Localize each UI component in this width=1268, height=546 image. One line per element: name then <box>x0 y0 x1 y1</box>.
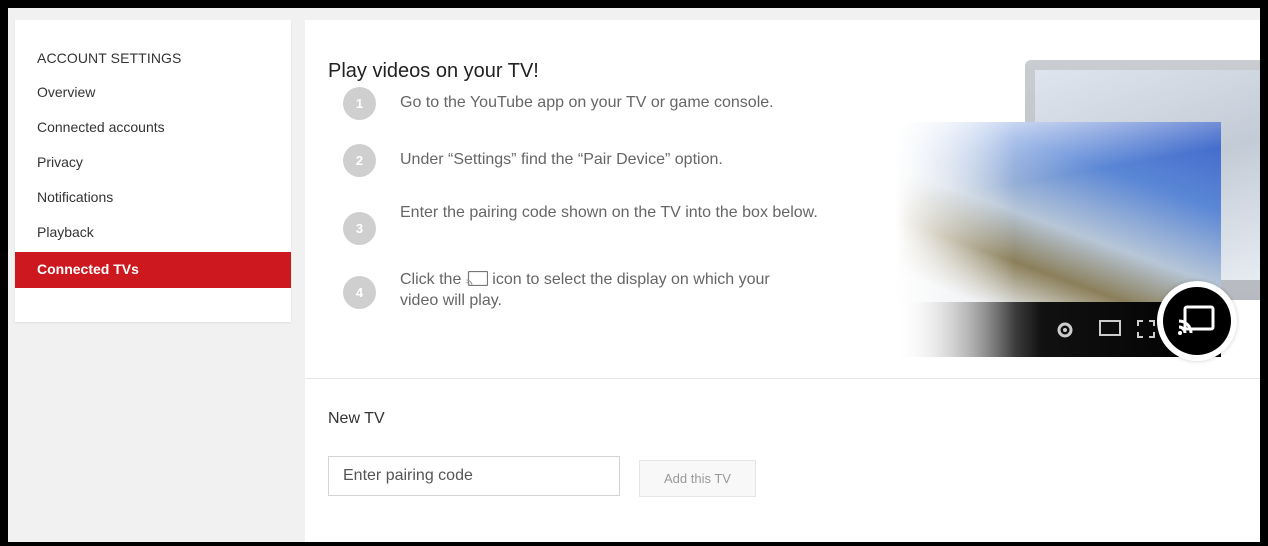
cast-icon <box>1163 287 1231 355</box>
intro-section: Play videos on your TV! 1 Go to the YouT… <box>305 20 1260 378</box>
step-text: Under “Settings” find the “Pair Device” … <box>400 151 723 168</box>
video-fade <box>895 122 1015 362</box>
gear-icon <box>1055 320 1077 338</box>
main-content: Play videos on your TV! 1 Go to the YouT… <box>305 20 1260 542</box>
sidebar-item-overview[interactable]: Overview <box>15 77 291 112</box>
cast-icon <box>466 270 488 287</box>
sidebar-item-connected-accounts[interactable]: Connected accounts <box>15 112 291 147</box>
page-frame: ACCOUNT SETTINGS Overview Connected acco… <box>8 8 1260 542</box>
sidebar-item-privacy[interactable]: Privacy <box>15 147 291 182</box>
step-text: Go to the YouTube app on your TV or game… <box>400 94 774 111</box>
sidebar-heading: ACCOUNT SETTINGS <box>37 50 182 66</box>
fullscreen-icon <box>1137 320 1159 338</box>
new-tv-heading: New TV <box>328 410 385 427</box>
step-text: Click the icon to select the display on … <box>400 269 810 311</box>
add-this-tv-button[interactable]: Add this TV <box>639 460 756 497</box>
theater-mode-icon <box>1099 320 1121 338</box>
sidebar-item-playback[interactable]: Playback <box>15 217 291 252</box>
settings-sidebar: ACCOUNT SETTINGS Overview Connected acco… <box>15 20 291 322</box>
cast-button-illustration <box>1157 281 1237 361</box>
page-title: Play videos on your TV! <box>328 60 539 82</box>
sidebar-nav: Overview Connected accounts Privacy Noti… <box>15 77 291 288</box>
section-divider <box>305 378 1260 379</box>
step-number: 1 <box>343 87 376 120</box>
sidebar-item-connected-tvs[interactable]: Connected TVs <box>15 252 291 288</box>
sidebar-item-notifications[interactable]: Notifications <box>15 182 291 217</box>
tv-cast-illustration <box>895 60 1260 378</box>
step-text-before: Click the <box>400 271 462 288</box>
pairing-code-input[interactable] <box>328 456 620 496</box>
step-number: 3 <box>343 212 376 245</box>
step-text: Enter the pairing code shown on the TV i… <box>400 204 818 221</box>
step-number: 2 <box>343 144 376 177</box>
step-number: 4 <box>343 276 376 309</box>
